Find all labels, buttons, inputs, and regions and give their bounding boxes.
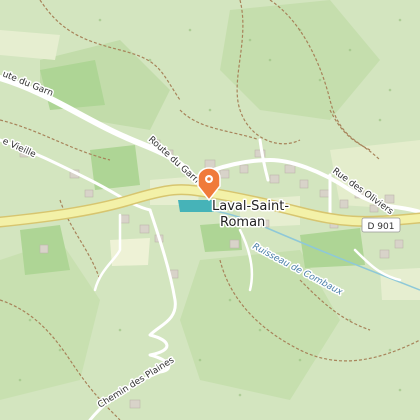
water-pond [178,200,214,212]
town-label-line1: Laval-Saint- [212,199,289,214]
map-view[interactable]: ute du Garn Route du Garn Rue des Olivie… [0,0,420,420]
road-shield-label: D 901 [368,222,395,232]
field-area [0,30,60,60]
road-shield-d901: D 901 [361,217,401,233]
vineyard-area [300,228,365,268]
field-area [110,238,150,266]
field-area [380,268,420,300]
town-label-line2: Roman [220,215,265,230]
map-canvas[interactable]: ute du Garn Route du Garn Rue des Olivie… [0,0,420,420]
